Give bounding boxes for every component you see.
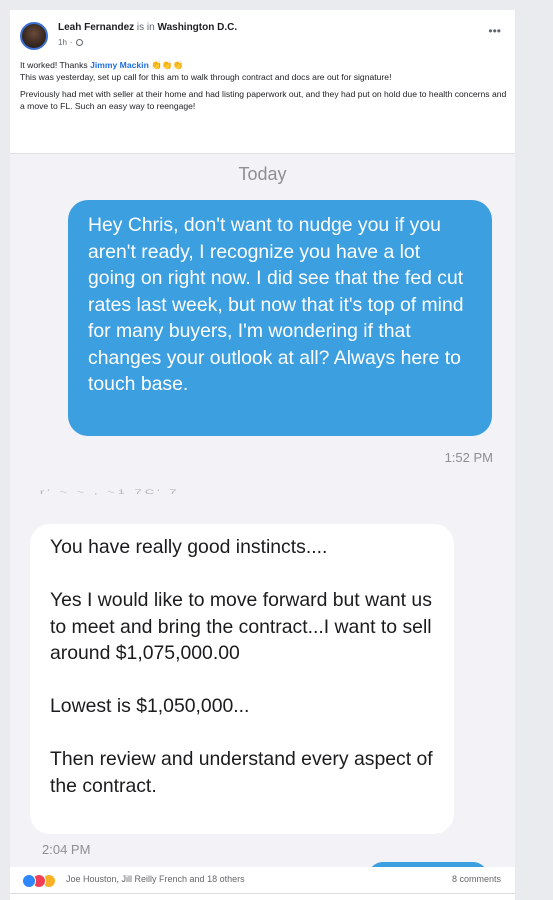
clap-emoji: 👏👏👏 bbox=[151, 60, 184, 70]
mention-link[interactable]: Jimmy Mackin bbox=[90, 60, 149, 70]
reactions-bar: Joe Houston, Jill Reilly French and 18 o… bbox=[10, 867, 515, 893]
incoming-paragraph: Then review and understand every aspect … bbox=[50, 748, 433, 797]
like-icon bbox=[22, 874, 36, 888]
comments-count[interactable]: 8 comments bbox=[452, 874, 501, 884]
location-link[interactable]: Washington D.C. bbox=[158, 22, 238, 33]
incoming-paragraph: You have really good instincts.... bbox=[50, 536, 328, 558]
partial-text-fragment: r' ~ ~ , ~1 7C' 7 bbox=[40, 488, 180, 496]
outgoing-message-bubble: Hey Chris, don't want to nudge you if yo… bbox=[68, 200, 492, 436]
post-time[interactable]: 1h bbox=[58, 38, 67, 47]
reactors-text[interactable]: Joe Houston, Jill Reilly French and 18 o… bbox=[66, 874, 245, 884]
message-screenshot-image[interactable]: Today Hey Chris, don't want to nudge you… bbox=[10, 153, 515, 869]
is-in-text: is in bbox=[136, 22, 155, 33]
separator-dot: · bbox=[69, 38, 73, 47]
outgoing-timestamp: 1:52 PM bbox=[444, 450, 493, 465]
facebook-post-card: Leah Fernandez is in Washington D.C. 1h … bbox=[10, 10, 515, 900]
incoming-paragraph: Lowest is $1,050,000... bbox=[50, 695, 250, 717]
incoming-paragraph: Yes I would like to move forward but wan… bbox=[50, 589, 432, 664]
post-text-line-3: Previously had met with seller at their … bbox=[20, 89, 507, 111]
post-text-line-1: It worked! Thanks Jimmy Mackin 👏👏👏 bbox=[20, 60, 184, 70]
post-header: Leah Fernandez is in Washington D.C. 1h … bbox=[20, 18, 505, 58]
date-label: Today bbox=[238, 164, 287, 184]
post-actions-strip bbox=[10, 893, 515, 900]
post-text: It worked! Thanks Jimmy Mackin 👏👏👏 This … bbox=[20, 59, 508, 112]
author-line: Leah Fernandez is in Washington D.C. bbox=[58, 22, 237, 33]
incoming-timestamp: 2:04 PM bbox=[42, 842, 91, 857]
post-text-line-2: This was yesterday, set up call for this… bbox=[20, 72, 392, 82]
avatar[interactable] bbox=[20, 22, 48, 50]
more-options-icon[interactable]: ••• bbox=[488, 24, 501, 38]
incoming-message-bubble: You have really good instincts.... Yes I… bbox=[30, 524, 454, 834]
author-name[interactable]: Leah Fernandez bbox=[58, 22, 134, 33]
post-meta: 1h · bbox=[58, 38, 83, 47]
globe-icon bbox=[75, 39, 83, 46]
